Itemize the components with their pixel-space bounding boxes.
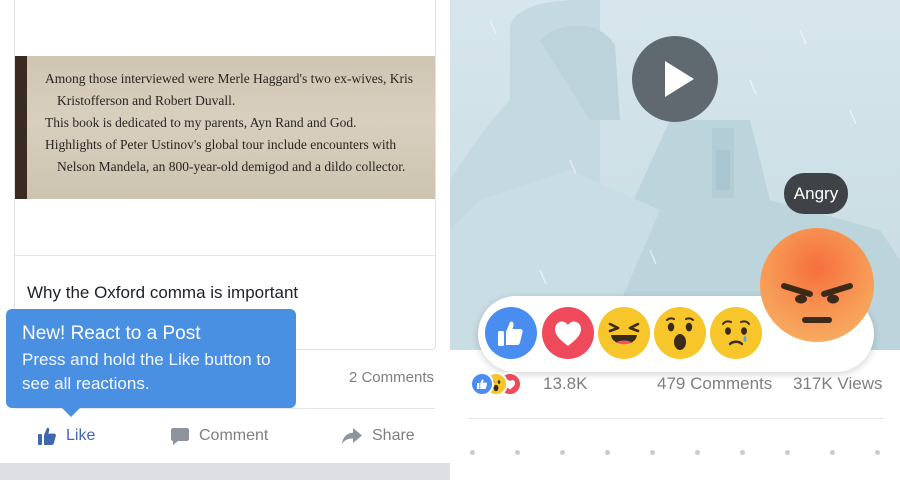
tooltip-arrow [61, 407, 81, 417]
right-panel: Angry 13.8K 479 Comments 317K Views [450, 0, 900, 480]
reaction-wow[interactable] [654, 307, 706, 359]
sad-face-icon [722, 320, 750, 346]
book-line: Kristofferson and Robert Duvall. [57, 93, 236, 108]
play-button[interactable] [632, 36, 718, 122]
like-button[interactable]: Like [37, 422, 95, 450]
action-placeholder-dot [605, 450, 610, 455]
share-arrow-icon [342, 428, 362, 444]
action-placeholder-dot [875, 450, 880, 455]
post-title[interactable]: Why the Oxford comma is important [27, 283, 298, 303]
book-line: Nelson Mandela, an 800-year-old demigod … [57, 159, 406, 174]
left-panel: Among those interviewed were Merle Hagga… [0, 0, 450, 480]
play-icon [665, 61, 694, 97]
tooltip-title: New! React to a Post [22, 323, 201, 344]
thumbs-up-icon [498, 321, 523, 346]
tooltip-body: Press and hold the Like button to see al… [22, 350, 271, 393]
action-placeholder-dot [470, 450, 475, 455]
book-text: Among those interviewed were Merle Hagga… [45, 68, 425, 178]
comment-label: Comment [199, 427, 269, 444]
reaction-love[interactable] [542, 307, 594, 359]
comments-count-link[interactable]: 479 Comments [657, 374, 772, 394]
angry-face-icon [781, 283, 853, 323]
views-count: 317K Views [793, 374, 883, 393]
share-button[interactable]: Share [341, 422, 415, 450]
laughing-face-icon [608, 322, 640, 345]
reaction-angry[interactable] [760, 228, 874, 342]
reaction-sad[interactable] [710, 307, 762, 359]
photo-top-margin [15, 0, 435, 56]
divider [468, 418, 884, 419]
surprised-face-icon [666, 317, 694, 350]
reaction-haha[interactable] [598, 307, 650, 359]
reaction-hover-label: Angry [784, 173, 848, 214]
thumbs-up-icon [38, 427, 56, 445]
action-placeholder-dot [695, 450, 700, 455]
share-label: Share [372, 427, 415, 444]
action-placeholder-dot [515, 450, 520, 455]
photo-bottom-margin [15, 199, 435, 255]
reaction-like[interactable] [485, 307, 537, 359]
action-placeholder-dot [650, 450, 655, 455]
reaction-count[interactable]: 13.8K [543, 374, 587, 394]
comment-button[interactable]: Comment [170, 422, 268, 450]
reactions-tooltip[interactable]: New! React to a Post Press and hold the … [6, 309, 296, 417]
heart-icon [555, 321, 581, 346]
book-line: Among those interviewed were Merle Hagga… [45, 71, 413, 86]
comment-icon [171, 428, 189, 445]
post-stats: 13.8K 479 Comments 317K Views [470, 372, 890, 398]
book-spine [15, 56, 27, 199]
action-placeholder-dot [560, 450, 565, 455]
mini-like-icon [470, 372, 494, 396]
book-line: This book is dedicated to my parents, Ay… [45, 115, 357, 130]
feed-separator [0, 463, 450, 480]
comments-count-link[interactable]: 2 Comments [349, 369, 434, 386]
like-label: Like [66, 427, 96, 444]
action-placeholder-dot [785, 450, 790, 455]
action-placeholder-dot [740, 450, 745, 455]
action-placeholder-dot [830, 450, 835, 455]
divider [15, 255, 435, 256]
post-image[interactable]: Among those interviewed were Merle Hagga… [15, 56, 435, 199]
book-line: Highlights of Peter Ustinov's global tou… [45, 137, 397, 152]
